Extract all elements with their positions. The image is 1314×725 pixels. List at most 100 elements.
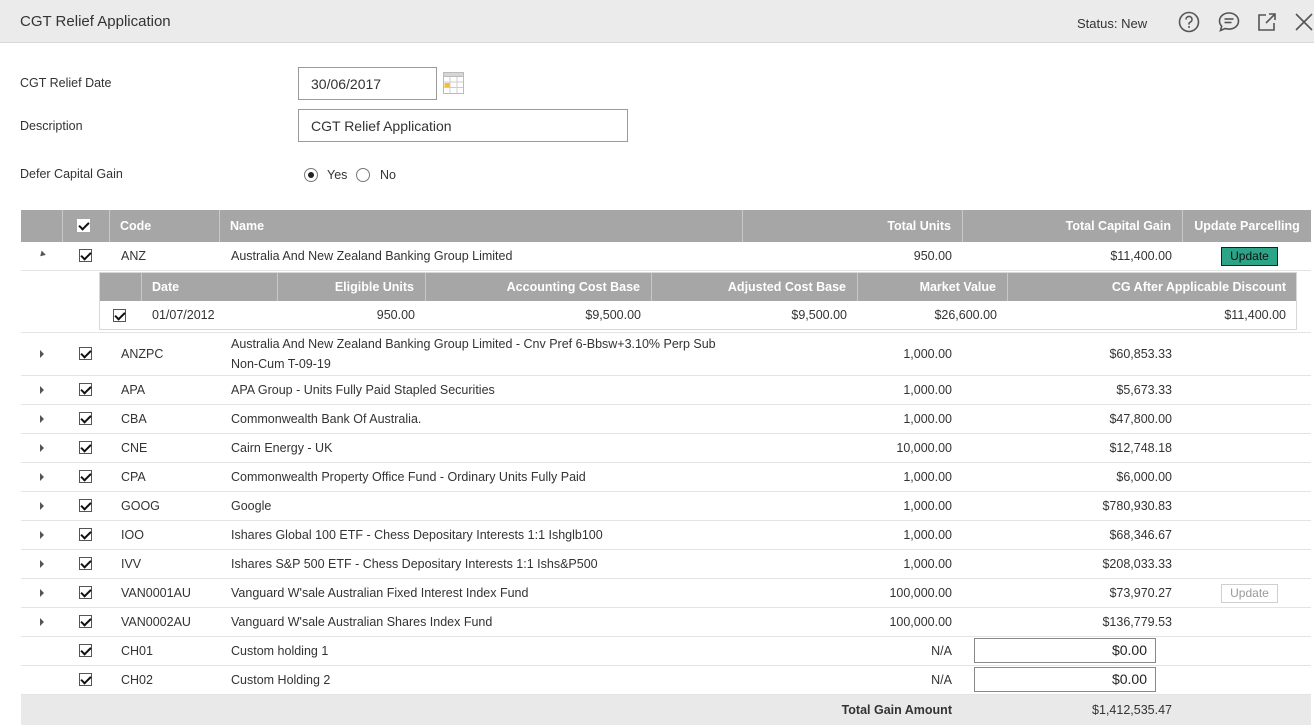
row-name: APA Group - Units Fully Paid Stapled Sec…	[231, 383, 495, 397]
table-row[interactable]: IOO Ishares Global 100 ETF - Chess Depos…	[21, 521, 1311, 550]
header-total-capital-gain[interactable]: Total Capital Gain	[963, 210, 1183, 242]
row-collapse-toggle[interactable]	[38, 250, 46, 259]
status-text: Status: New	[1077, 16, 1148, 31]
table-row[interactable]: VAN0001AU Vanguard W'sale Australian Fix…	[21, 579, 1311, 608]
row-expand-toggle[interactable]	[40, 618, 44, 626]
row-checkbox[interactable]	[79, 557, 92, 570]
row-checkbox[interactable]	[79, 499, 92, 512]
row-expand-toggle[interactable]	[40, 350, 44, 358]
row-name: Commonwealth Property Office Fund - Ordi…	[231, 470, 586, 484]
row-total-capital-gain: $208,033.33	[1102, 557, 1172, 571]
row-checkbox[interactable]	[79, 347, 92, 360]
row-code: CH02	[121, 673, 153, 687]
header-update-parcelling[interactable]: Update Parcelling	[1183, 210, 1311, 242]
calendar-icon[interactable]	[443, 72, 464, 94]
row-expand-toggle[interactable]	[40, 560, 44, 568]
row-name: Cairn Energy - UK	[231, 441, 333, 455]
description-label: Description	[20, 119, 83, 133]
help-icon[interactable]	[1178, 11, 1200, 33]
row-checkbox[interactable]	[79, 249, 92, 262]
defer-yes-radio[interactable]	[304, 168, 318, 182]
defer-no-label: No	[380, 168, 396, 182]
row-checkbox[interactable]	[79, 412, 92, 425]
close-icon[interactable]	[1293, 11, 1314, 33]
update-parcelling-button[interactable]: Update	[1221, 584, 1278, 603]
table-row[interactable]: GOOG Google 1,000.00 $780,930.83	[21, 492, 1311, 521]
row-code: CPA	[121, 470, 146, 484]
table-row[interactable]: CH02 Custom Holding 2 N/A $0.00	[21, 666, 1311, 695]
table-row[interactable]: VAN0002AU Vanguard W'sale Australian Sha…	[21, 608, 1311, 637]
row-checkbox[interactable]	[79, 615, 92, 628]
table-row[interactable]: IVV Ishares S&P 500 ETF - Chess Deposita…	[21, 550, 1311, 579]
row-code: IOO	[121, 528, 144, 542]
table-row[interactable]: CPA Commonwealth Property Office Fund - …	[21, 463, 1311, 492]
cgt-relief-date-input[interactable]	[298, 67, 437, 100]
row-checkbox[interactable]	[79, 673, 92, 686]
row-total-units: 10,000.00	[896, 441, 952, 455]
row-name: Custom Holding 2	[231, 673, 331, 687]
header-select-col	[63, 210, 110, 242]
header-code[interactable]: Code	[110, 210, 220, 242]
table-row[interactable]: APA APA Group - Units Fully Paid Stapled…	[21, 376, 1311, 405]
row-checkbox[interactable]	[79, 644, 92, 657]
defer-yes-label: Yes	[327, 168, 348, 182]
title-bar: CGT Relief Application Status: New	[0, 0, 1314, 43]
comment-icon[interactable]	[1217, 11, 1240, 33]
row-code: APA	[121, 383, 146, 397]
popout-icon[interactable]	[1256, 11, 1278, 33]
header-expander-col	[21, 210, 63, 242]
select-all-checkbox[interactable]	[77, 219, 90, 232]
cgt-relief-date-label: CGT Relief Date	[20, 76, 112, 90]
row-name: Australia And New Zealand Banking Group …	[231, 249, 513, 263]
row-total-units: N/A	[931, 673, 952, 687]
table-row[interactable]: CNE Cairn Energy - UK 10,000.00 $12,748.…	[21, 434, 1311, 463]
row-total-units: 1,000.00	[903, 412, 952, 426]
row-total-units: 1,000.00	[903, 347, 952, 361]
row-total-units: 100,000.00	[889, 615, 952, 629]
row-checkbox[interactable]	[79, 528, 92, 541]
row-name: Ishares Global 100 ETF - Chess Depositar…	[231, 528, 603, 542]
header-total-units[interactable]: Total Units	[743, 210, 963, 242]
row-expand-toggle[interactable]	[40, 444, 44, 452]
table-row[interactable]: CBA Commonwealth Bank Of Australia. 1,00…	[21, 405, 1311, 434]
row-expand-toggle[interactable]	[40, 386, 44, 394]
row-checkbox[interactable]	[79, 586, 92, 599]
row-name: Vanguard W'sale Australian Fixed Interes…	[231, 586, 529, 600]
table-row[interactable]: ANZ Australia And New Zealand Banking Gr…	[21, 242, 1311, 271]
total-row: Total Gain Amount $1,412,535.47	[21, 695, 1311, 725]
defer-capital-gain-label: Defer Capital Gain	[20, 167, 123, 181]
custom-gain-input[interactable]: $0.00	[974, 667, 1156, 692]
row-name: Australia And New Zealand Banking Group …	[231, 337, 716, 351]
header-name[interactable]: Name	[220, 210, 743, 242]
row-checkbox[interactable]	[79, 383, 92, 396]
row-total-capital-gain: $780,930.83	[1102, 499, 1172, 513]
row-expand-toggle[interactable]	[40, 502, 44, 510]
table-row[interactable]: CH01 Custom holding 1 N/A $0.00	[21, 637, 1311, 666]
row-name-continued: Non-Cum T-09-19	[231, 357, 331, 371]
holdings-grid: Code Name Total Units Total Capital Gain…	[21, 210, 1311, 725]
row-total-units: 1,000.00	[903, 528, 952, 542]
row-total-units: 1,000.00	[903, 557, 952, 571]
row-expand-toggle[interactable]	[40, 589, 44, 597]
row-name: Commonwealth Bank Of Australia.	[231, 412, 422, 426]
row-total-capital-gain: $12,748.18	[1109, 441, 1172, 455]
row-expand-toggle[interactable]	[40, 531, 44, 539]
custom-gain-input[interactable]: $0.00	[974, 638, 1156, 663]
row-checkbox[interactable]	[79, 441, 92, 454]
update-parcelling-button[interactable]: Update	[1221, 247, 1278, 266]
row-checkbox[interactable]	[79, 470, 92, 483]
row-code: GOOG	[121, 499, 160, 513]
row-name: Ishares S&P 500 ETF - Chess Depositary I…	[231, 557, 598, 571]
description-input[interactable]	[298, 109, 628, 142]
row-total-units: N/A	[931, 644, 952, 658]
row-expand-toggle[interactable]	[40, 473, 44, 481]
row-code: CNE	[121, 441, 148, 455]
row-expand-toggle[interactable]	[40, 415, 44, 423]
row-total-units: 1,000.00	[903, 470, 952, 484]
table-row[interactable]: ANZPC Australia And New Zealand Banking …	[21, 333, 1311, 376]
defer-no-radio[interactable]	[356, 168, 370, 182]
row-code: VAN0001AU	[121, 586, 191, 600]
row-total-capital-gain: $136,779.53	[1102, 615, 1172, 629]
window-title: CGT Relief Application	[20, 13, 171, 30]
row-total-capital-gain: $5,673.33	[1116, 383, 1172, 397]
